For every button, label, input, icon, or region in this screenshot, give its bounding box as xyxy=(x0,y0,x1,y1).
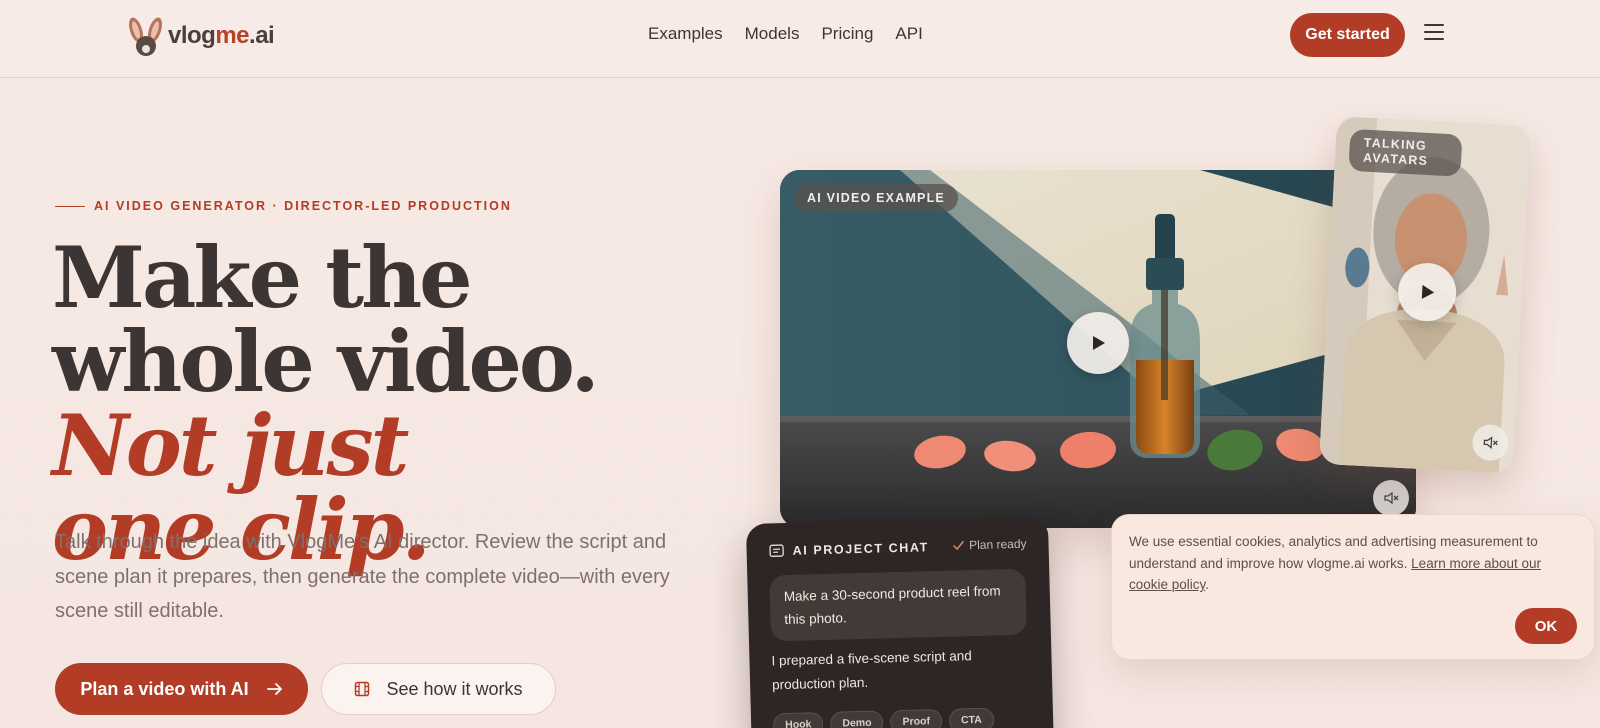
chat-header: AI PROJECT CHAT xyxy=(768,539,929,559)
talking-avatar-card[interactable]: TALKING AVATARS xyxy=(1319,116,1531,474)
chip-cta[interactable]: CTA xyxy=(948,707,995,728)
headline-main: Make the whole video. xyxy=(52,228,600,411)
nav-examples[interactable]: Examples xyxy=(648,24,723,44)
nav-models[interactable]: Models xyxy=(745,24,800,44)
plan-video-label: Plan a video with AI xyxy=(80,678,249,699)
video-example-card[interactable]: AI VIDEO EXAMPLE xyxy=(780,170,1416,528)
nav-pricing[interactable]: Pricing xyxy=(821,24,873,44)
cookie-text: We use essential cookies, analytics and … xyxy=(1129,531,1579,596)
ai-project-chat-card: AI PROJECT CHAT Plan ready Make a 30-sec… xyxy=(745,516,1055,728)
plan-ready-status: Plan ready xyxy=(952,537,1027,553)
hamburger-menu-icon[interactable] xyxy=(1424,24,1444,44)
cookie-banner: We use essential cookies, analytics and … xyxy=(1111,514,1595,660)
hero-headline: Make the whole video. Not just one clip. xyxy=(52,236,732,572)
eyebrow-line xyxy=(55,205,85,207)
ai-video-example-tag: AI VIDEO EXAMPLE xyxy=(794,184,958,212)
scene-chips: Hook Demo Proof CTA xyxy=(772,707,995,728)
play-icon[interactable] xyxy=(1067,312,1129,374)
chip-proof[interactable]: Proof xyxy=(890,708,943,728)
site-header: vlogme.ai Examples Models Pricing API Ge… xyxy=(0,0,1600,78)
chip-hook[interactable]: Hook xyxy=(772,712,824,728)
bunny-ears-icon xyxy=(124,16,168,56)
nav-api[interactable]: API xyxy=(895,24,922,44)
see-how-it-works-button[interactable]: See how it works xyxy=(321,663,556,715)
cookie-ok-button[interactable]: OK xyxy=(1515,608,1577,644)
logo[interactable]: vlogme.ai xyxy=(124,16,275,56)
film-icon xyxy=(355,681,370,697)
hero-subcopy: Talk through the idea with VlogMe’s AI d… xyxy=(55,531,670,622)
chat-title: AI PROJECT CHAT xyxy=(792,540,930,558)
hero-eyebrow: AI VIDEO GENERATOR · DIRECTOR-LED PRODUC… xyxy=(55,199,512,213)
eyebrow-text: AI VIDEO GENERATOR · DIRECTOR-LED PRODUC… xyxy=(94,199,512,213)
chat-icon xyxy=(769,544,784,557)
get-started-button[interactable]: Get started xyxy=(1290,13,1405,57)
logo-text: vlogme.ai xyxy=(168,22,275,49)
check-icon xyxy=(952,540,964,551)
ai-message: I prepared a five-scene script and produ… xyxy=(771,648,972,693)
mute-icon[interactable] xyxy=(1373,480,1409,516)
talking-avatars-tag: TALKING AVATARS xyxy=(1348,128,1463,177)
arrow-right-icon xyxy=(266,683,282,695)
cookie-suffix: . xyxy=(1205,577,1210,592)
chip-demo[interactable]: Demo xyxy=(830,710,884,728)
user-message: Make a 30-second product reel from this … xyxy=(769,568,1027,642)
main-nav: Examples Models Pricing API xyxy=(648,24,923,44)
plan-video-button[interactable]: Plan a video with AI xyxy=(55,663,308,715)
status-text: Plan ready xyxy=(968,536,1027,553)
see-how-label: See how it works xyxy=(386,678,523,699)
